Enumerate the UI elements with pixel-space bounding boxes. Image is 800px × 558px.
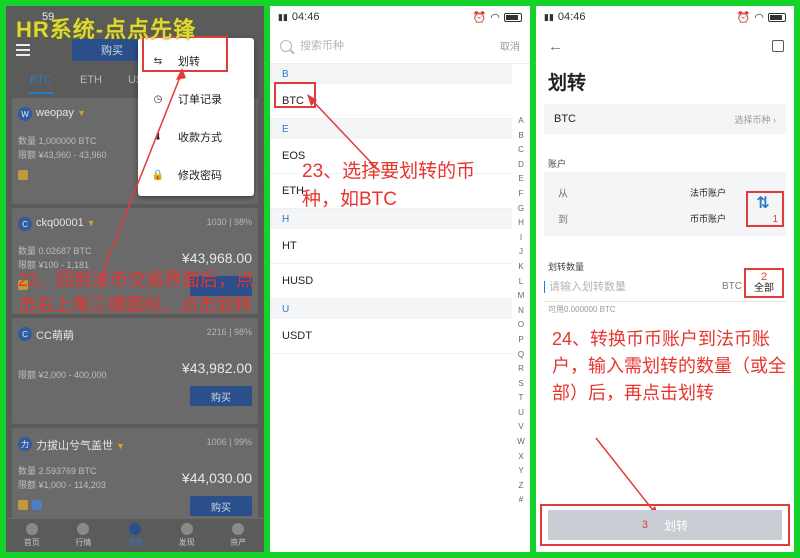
screen-transfer: ▮▮ 04:46 ⏰ ◠ ← 划转 BTC 选择币种 › 账户 从 法币账户 到 …: [536, 6, 794, 552]
screen-select-coin: ▮▮ 04:46 ⏰◠ 取消 B BTC E EOS ETH H HT HUSD…: [270, 6, 530, 552]
screen-otc-trade: 59 购买 BTC ETH US W weopay ▼ 数量 1,000000 …: [6, 6, 264, 552]
annotation-arrow: [307, 94, 381, 173]
annotation-arrow: [97, 68, 186, 285]
annotation-arrow: [595, 437, 659, 518]
annotation-highlight-box: 3 划转: [540, 504, 790, 546]
transfer-submit-button[interactable]: 3 划转: [548, 510, 782, 540]
submit-label: 划转: [664, 518, 689, 533]
annotation-step-number: 3: [641, 519, 649, 531]
